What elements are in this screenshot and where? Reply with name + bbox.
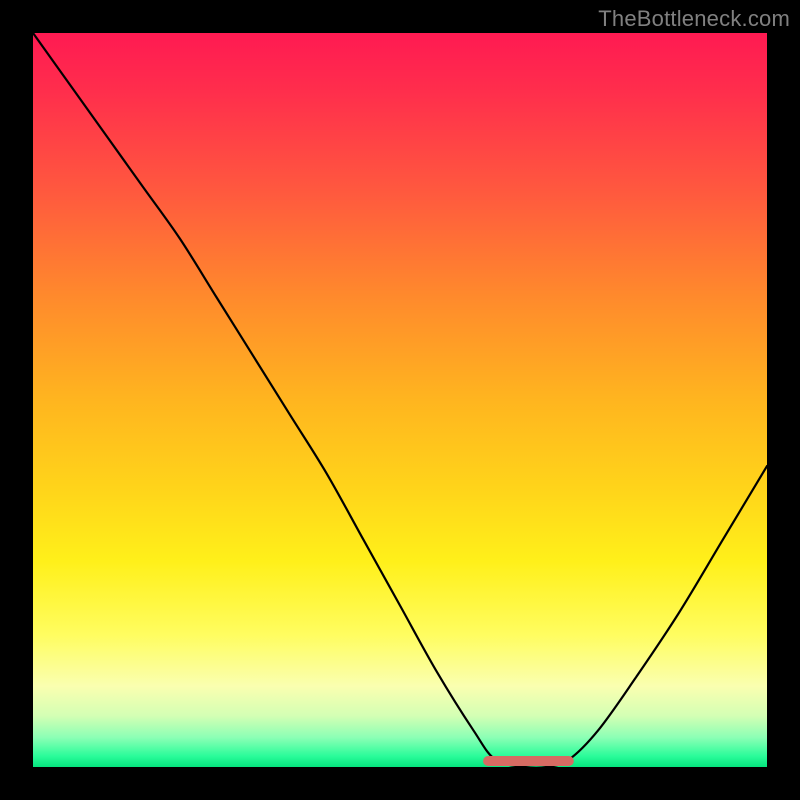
plot-area	[33, 33, 767, 767]
chart-frame: TheBottleneck.com	[0, 0, 800, 800]
watermark-text: TheBottleneck.com	[598, 6, 790, 32]
bottleneck-curve	[33, 33, 767, 767]
curve-svg	[33, 33, 767, 767]
